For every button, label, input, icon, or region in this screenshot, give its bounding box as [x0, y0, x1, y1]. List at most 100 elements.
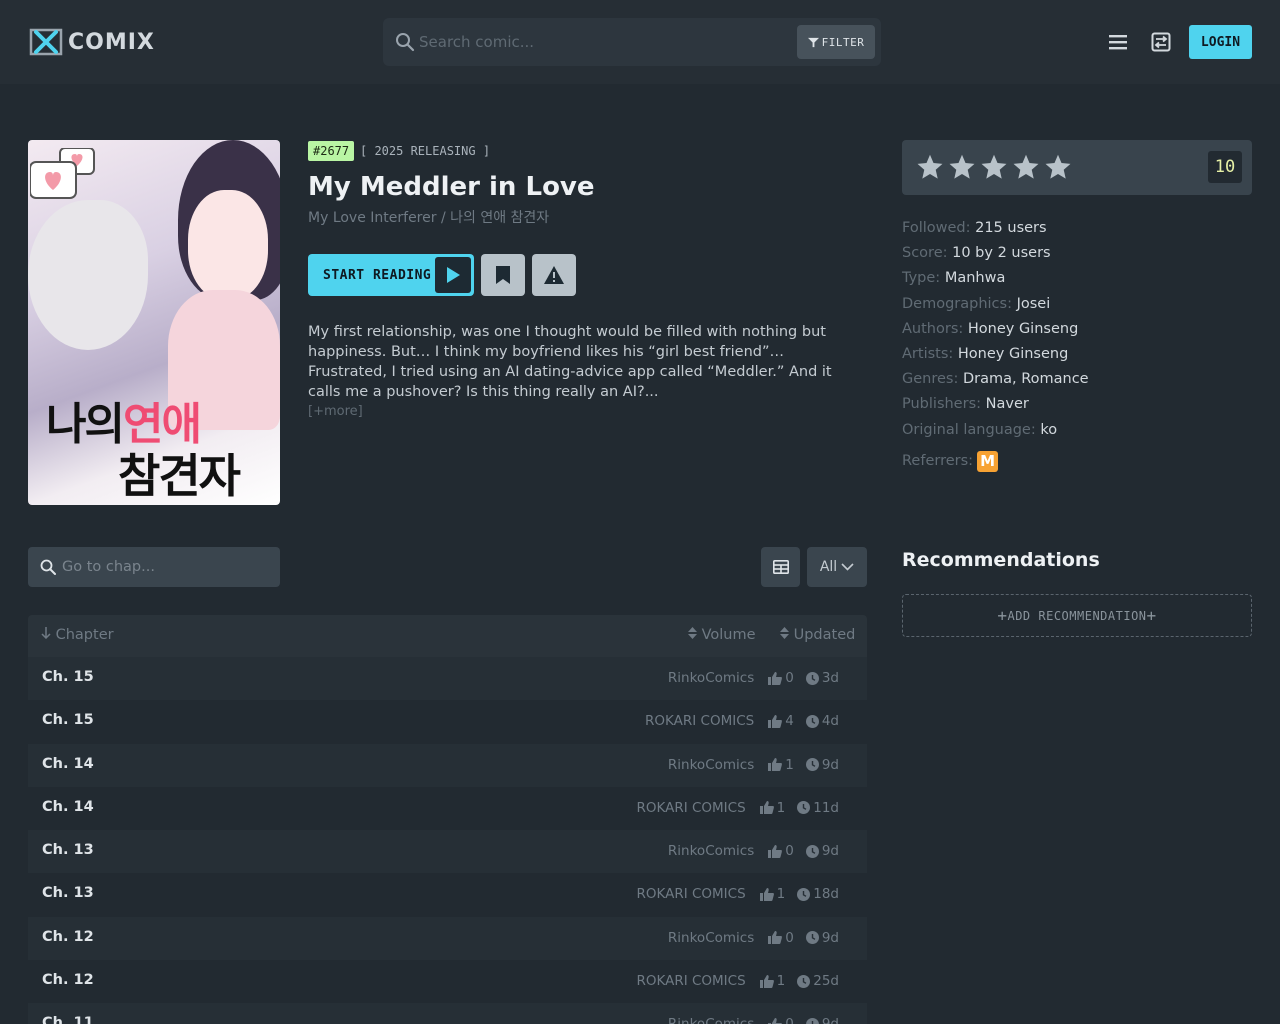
chapter-likes: 0	[768, 670, 794, 686]
comic-cover-image: 나의연애 참견자	[28, 140, 280, 505]
scanlation-group[interactable]: RinkoComics	[668, 843, 754, 859]
chapter-meta: RinkoComics 0 9d	[668, 1016, 839, 1024]
scanlation-group[interactable]: RinkoComics	[668, 1016, 754, 1024]
sort-icon	[780, 627, 789, 639]
type-link[interactable]: Manhwa	[945, 270, 1006, 286]
language-filter-dropdown[interactable]: All	[807, 547, 867, 587]
sort-icon	[688, 627, 697, 639]
chapter-title[interactable]: Ch. 13	[42, 842, 94, 858]
chapter-meta: RinkoComics 1 9d	[668, 757, 839, 773]
chapter-title[interactable]: Ch. 13	[42, 885, 94, 901]
meta-demographics: Demographics: Josei	[902, 295, 1051, 312]
search-input[interactable]	[419, 28, 789, 56]
chapter-meta: RinkoComics 0 3d	[668, 670, 839, 686]
scanlation-group[interactable]: RinkoComics	[668, 757, 754, 773]
chapter-title[interactable]: Ch. 15	[42, 712, 94, 728]
chapter-row[interactable]: Ch. 12 RinkoComics 0 9d	[28, 916, 867, 961]
score-value: 10	[1208, 151, 1242, 183]
rank-badge: #2677	[308, 141, 355, 161]
referrer-badge[interactable]: M	[977, 450, 999, 472]
scanlation-group[interactable]: RinkoComics	[668, 930, 754, 946]
chapter-search-input[interactable]	[62, 555, 262, 579]
thumbs-up-icon	[768, 844, 783, 858]
site-logo[interactable]: COMIX	[28, 26, 155, 58]
login-button[interactable]: LOGIN	[1189, 25, 1252, 59]
chapter-row[interactable]: Ch. 13 RinkoComics 0 9d	[28, 830, 867, 874]
chapter-likes: 1	[759, 800, 785, 816]
chapter-updated: 9d	[805, 930, 839, 946]
publisher-link[interactable]: Naver	[986, 396, 1029, 412]
scanlation-group[interactable]: ROKARI COMICS	[636, 886, 745, 902]
clock-icon	[805, 758, 819, 772]
comic-metadata: Followed: 215 users Score: 10 by 2 users…	[902, 216, 1262, 474]
comic-title: My Meddler in Love	[308, 172, 595, 202]
artist-link[interactable]: Honey Ginseng	[958, 346, 1068, 362]
chapter-row[interactable]: Ch. 11 RinkoComics 0 9d	[28, 1003, 867, 1024]
play-icon	[435, 257, 471, 293]
clock-icon	[805, 671, 819, 685]
chevron-down-icon	[841, 563, 854, 571]
sort-by-volume[interactable]: Volume	[688, 627, 756, 643]
meta-publishers: Publishers: Naver	[902, 396, 1029, 413]
star-icon[interactable]	[948, 153, 976, 181]
random-comic-icon[interactable]	[1151, 32, 1171, 52]
grid-icon	[772, 560, 789, 574]
chapter-updated: 25d	[797, 973, 839, 989]
author-link[interactable]: Honey Ginseng	[968, 321, 1078, 337]
thumbs-up-icon	[768, 714, 783, 728]
chapter-title[interactable]: Ch. 12	[42, 972, 94, 988]
synopsis-text: My first relationship, was one I thought…	[308, 324, 832, 400]
grid-view-button[interactable]	[761, 547, 800, 587]
filter-button[interactable]: FILTER	[797, 25, 875, 59]
bookmark-icon	[496, 266, 510, 284]
plus-icon: +	[1146, 606, 1157, 625]
thumbs-up-icon	[768, 671, 783, 685]
rating-stars[interactable]	[916, 153, 1072, 181]
clock-icon	[797, 801, 811, 815]
demographic-link[interactable]: Josei	[1017, 296, 1051, 312]
chapter-row[interactable]: Ch. 13 ROKARI COMICS 1 18d	[28, 873, 867, 917]
chapter-search-bar	[28, 547, 280, 587]
chapter-row[interactable]: Ch. 15 RinkoComics 0 3d	[28, 657, 867, 701]
chapter-row[interactable]: Ch. 14 RinkoComics 1 9d	[28, 743, 867, 787]
chapter-title[interactable]: Ch. 14	[42, 756, 94, 772]
release-status: [ 2025 RELEASING ]	[360, 144, 491, 158]
star-icon[interactable]	[1044, 153, 1072, 181]
plus-icon: +	[997, 606, 1008, 625]
chapter-title[interactable]: Ch. 11	[42, 1015, 94, 1024]
chapter-row[interactable]: Ch. 12 ROKARI COMICS 1 25d	[28, 960, 867, 1004]
sort-by-chapter[interactable]: Chapter	[41, 627, 114, 643]
chapter-updated: 9d	[805, 843, 839, 859]
chapter-row[interactable]: Ch. 15 ROKARI COMICS 4 4d	[28, 700, 867, 744]
chapter-title[interactable]: Ch. 15	[42, 669, 94, 685]
arrow-down-icon	[41, 627, 51, 640]
genre-links[interactable]: Drama, Romance	[963, 371, 1089, 387]
meta-referrers: Referrers: M	[902, 449, 1262, 474]
meta-artists: Artists: Honey Ginseng	[902, 345, 1069, 362]
chapter-updated: 3d	[805, 670, 839, 686]
add-recommendation-button[interactable]: + ADD RECOMMENDATION +	[902, 594, 1252, 637]
recommendations-title: Recommendations	[902, 549, 1100, 571]
scanlation-group[interactable]: RinkoComics	[668, 670, 754, 686]
star-icon[interactable]	[916, 153, 944, 181]
chapter-updated: 18d	[797, 886, 839, 902]
scanlation-group[interactable]: ROKARI COMICS	[636, 800, 745, 816]
show-more-link[interactable]: [+more]	[308, 404, 363, 419]
scanlation-group[interactable]: ROKARI COMICS	[645, 713, 754, 729]
logo-mark-icon	[29, 28, 63, 56]
clock-icon	[805, 931, 819, 945]
chapter-likes: 1	[759, 886, 785, 902]
start-reading-button[interactable]: START READING	[308, 254, 474, 296]
thumbs-up-icon	[768, 931, 783, 945]
sort-by-updated[interactable]: Updated	[780, 627, 855, 643]
scanlation-group[interactable]: ROKARI COMICS	[636, 973, 745, 989]
bookmark-button[interactable]	[481, 254, 525, 296]
star-icon[interactable]	[980, 153, 1008, 181]
report-button[interactable]	[532, 254, 576, 296]
chapter-title[interactable]: Ch. 12	[42, 929, 94, 945]
chapter-meta: ROKARI COMICS 4 4d	[645, 713, 839, 729]
chapter-row[interactable]: Ch. 14 ROKARI COMICS 1 11d	[28, 786, 867, 831]
chapter-title[interactable]: Ch. 14	[42, 799, 94, 815]
star-icon[interactable]	[1012, 153, 1040, 181]
menu-icon[interactable]	[1108, 32, 1128, 52]
